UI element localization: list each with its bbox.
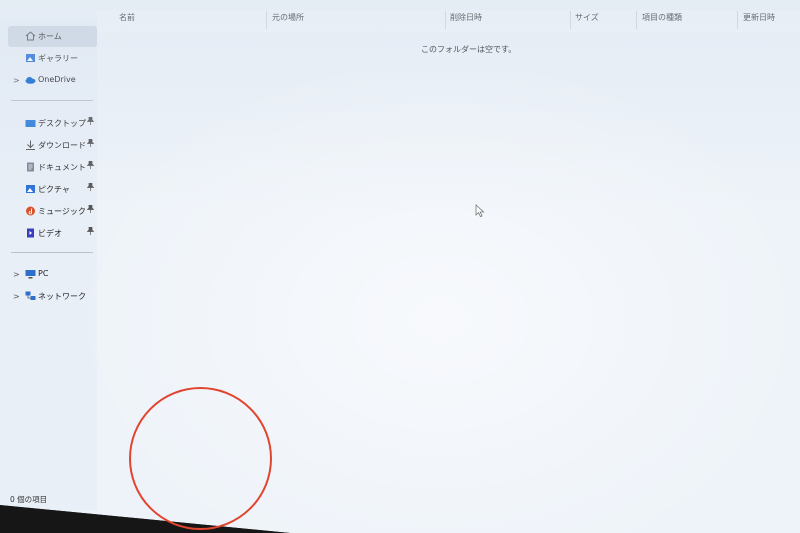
desktop-folder-icon	[25, 118, 36, 128]
sidebar-divider	[11, 100, 93, 101]
network-icon	[25, 291, 36, 301]
sidebar-item-label: ギャラリー	[38, 54, 78, 63]
screen: 名前 元の場所 削除日時 サイズ 項目の種類 更新日時 ホーム ギャラリー > …	[0, 0, 800, 533]
sidebar-item-network[interactable]: > ネットワーク	[8, 286, 97, 307]
sidebar-item-documents[interactable]: ドキュメント	[8, 157, 97, 178]
column-separator[interactable]	[570, 11, 571, 29]
pc-icon	[25, 269, 36, 279]
sidebar-item-videos[interactable]: ビデオ	[8, 223, 97, 244]
chevron-right-icon[interactable]: >	[13, 76, 20, 85]
pin-icon[interactable]	[86, 204, 95, 215]
gallery-icon	[25, 53, 36, 63]
column-header-size[interactable]: サイズ	[575, 12, 599, 23]
document-icon	[25, 162, 36, 172]
sidebar-item-gallery[interactable]: ギャラリー	[8, 48, 97, 69]
home-icon	[25, 31, 36, 41]
column-separator[interactable]	[636, 11, 637, 29]
sidebar-item-music[interactable]: ミュージック	[8, 201, 97, 222]
column-separator[interactable]	[737, 11, 738, 29]
pin-icon[interactable]	[86, 226, 95, 237]
chevron-right-icon[interactable]: >	[13, 292, 20, 301]
sidebar-item-label: ビデオ	[38, 229, 62, 238]
sidebar-item-label: ダウンロード	[38, 141, 86, 150]
sidebar-item-label: PC	[38, 269, 49, 278]
pictures-icon	[25, 184, 36, 194]
sidebar-item-label: ピクチャ	[38, 185, 70, 194]
sidebar-item-onedrive[interactable]: > OneDrive	[8, 70, 97, 91]
column-header-date-deleted[interactable]: 削除日時	[450, 12, 482, 23]
sidebar-item-pictures[interactable]: ピクチャ	[8, 179, 97, 200]
mouse-cursor-icon	[475, 204, 485, 218]
column-header-item-type[interactable]: 項目の種類	[642, 12, 682, 23]
pin-icon[interactable]	[86, 182, 95, 193]
pin-icon[interactable]	[86, 116, 95, 127]
column-header-date-modified[interactable]: 更新日時	[743, 12, 775, 23]
sidebar-item-label: ネットワーク	[38, 292, 86, 301]
chevron-right-icon[interactable]: >	[13, 270, 20, 279]
sidebar-item-label: ミュージック	[38, 207, 86, 216]
column-separator[interactable]	[266, 11, 267, 29]
sidebar-item-label: OneDrive	[38, 75, 76, 84]
sidebar-divider	[11, 252, 93, 253]
column-header-bar	[97, 10, 800, 32]
onedrive-icon	[25, 75, 36, 85]
sidebar-item-pc[interactable]: > PC	[8, 264, 97, 285]
column-separator[interactable]	[445, 11, 446, 29]
empty-folder-message: このフォルダーは空です。	[421, 45, 517, 54]
video-icon	[25, 228, 36, 238]
column-header-original-location[interactable]: 元の場所	[272, 12, 304, 23]
sidebar-item-home[interactable]: ホーム	[8, 26, 97, 47]
sidebar-item-label: ホーム	[38, 32, 62, 41]
status-bar-item-count: 0 個の項目	[10, 495, 48, 504]
download-icon	[25, 140, 36, 150]
screen-glare	[0, 0, 800, 533]
column-header-name[interactable]: 名前	[119, 12, 135, 23]
pin-icon[interactable]	[86, 138, 95, 149]
sidebar-item-label: デスクトップ	[38, 119, 86, 128]
pin-icon[interactable]	[86, 160, 95, 171]
sidebar-item-label: ドキュメント	[38, 163, 86, 172]
sidebar-item-desktop[interactable]: デスクトップ	[8, 113, 97, 134]
music-icon	[25, 206, 36, 216]
sidebar-item-downloads[interactable]: ダウンロード	[8, 135, 97, 156]
